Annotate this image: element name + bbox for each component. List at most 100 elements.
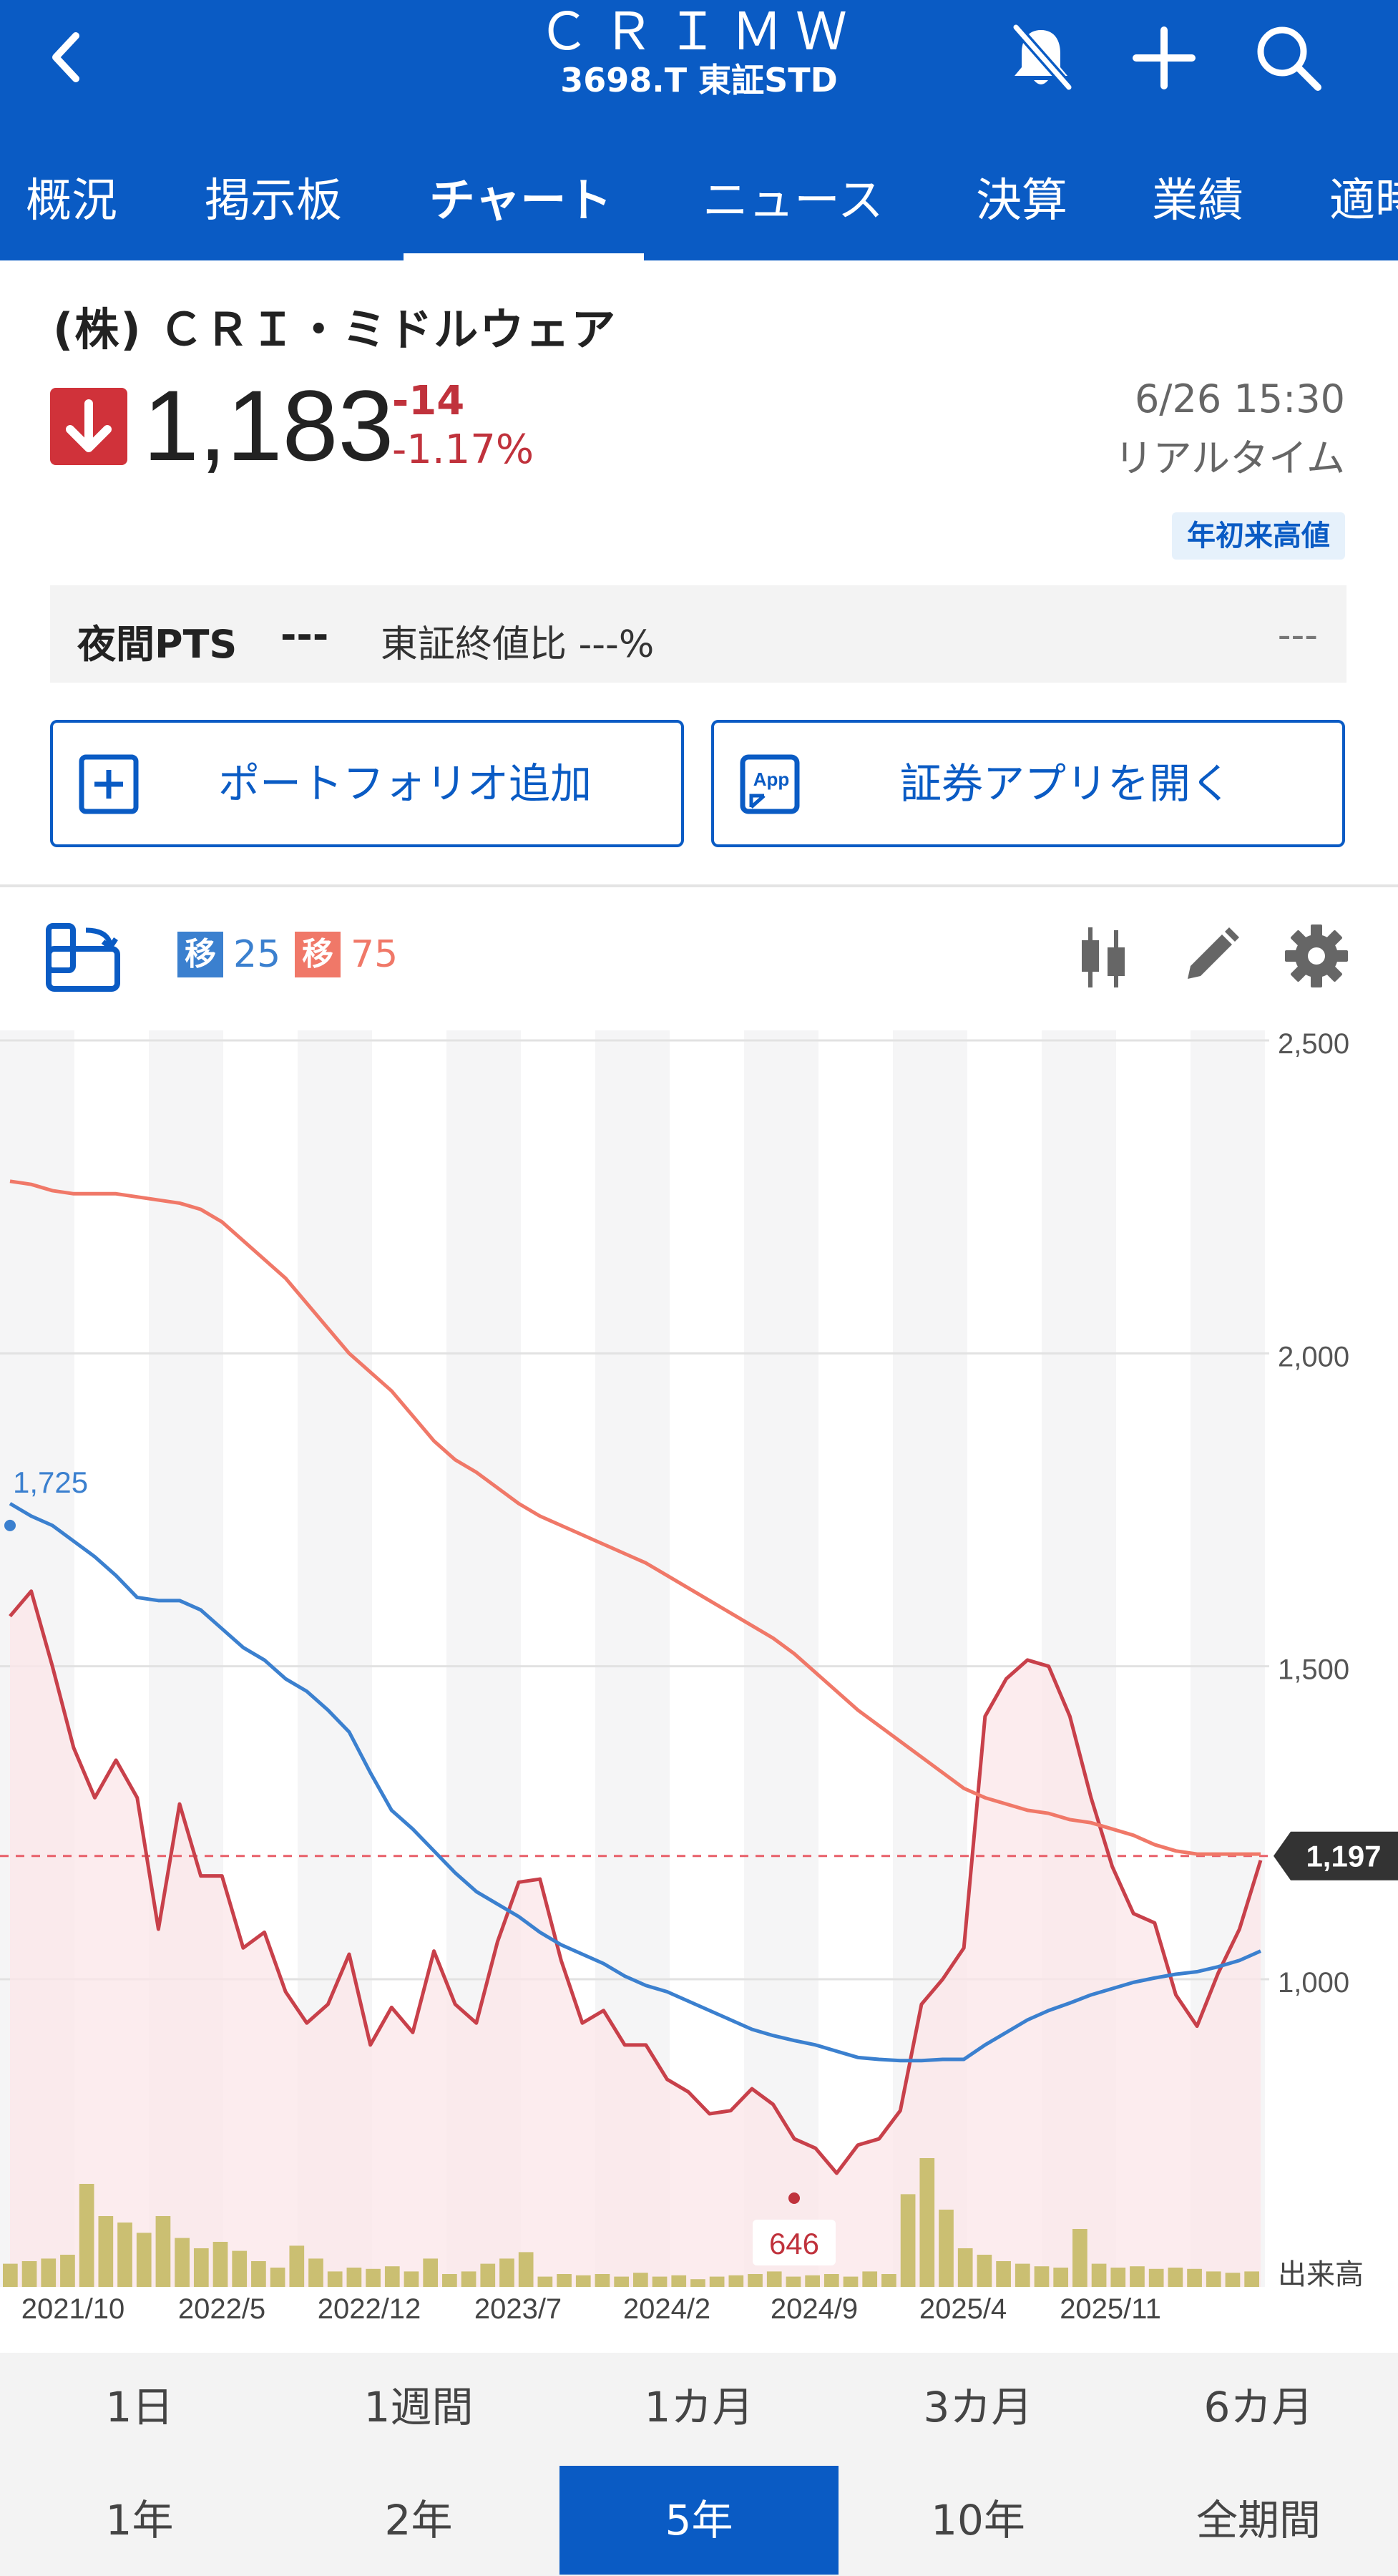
app-header: ＣＲＩＭＷ 3698.T 東証STD 概況 掲示板 チャート ニュース 決算 業… bbox=[0, 0, 1398, 260]
tab-earnings[interactable]: 決算 bbox=[976, 162, 1067, 240]
ytd-high-badge: 年初来高値 bbox=[1172, 512, 1345, 560]
volume-bar bbox=[117, 2223, 132, 2287]
ticker-exchange: 3698.T 東証STD bbox=[560, 61, 838, 99]
volume-bar bbox=[155, 2216, 171, 2287]
volume-bar bbox=[575, 2275, 591, 2287]
rotate-screen-icon[interactable] bbox=[41, 920, 126, 995]
period-1m[interactable]: 1カ月 bbox=[559, 2353, 839, 2462]
volume-bar bbox=[557, 2274, 572, 2287]
volume-bar bbox=[1091, 2263, 1107, 2287]
page-title: ＣＲＩＭＷ bbox=[537, 1, 860, 62]
period-10y[interactable]: 10年 bbox=[839, 2466, 1118, 2575]
pts-ratio: 東証終値比 ---% bbox=[381, 623, 655, 666]
volume-bar bbox=[652, 2276, 668, 2287]
volume-bar bbox=[232, 2250, 248, 2287]
x-tick-label: 2023/7 bbox=[474, 2293, 562, 2325]
volume-bar bbox=[957, 2248, 973, 2287]
volume-bar bbox=[289, 2245, 305, 2287]
tab-chart[interactable]: チャート bbox=[429, 162, 612, 240]
volume-bar bbox=[805, 2275, 820, 2287]
period-selector: 1日 1週間 1カ月 3カ月 6カ月 1年 2年 5年 10年 全期間 bbox=[0, 2353, 1398, 2576]
volume-bar bbox=[518, 2252, 534, 2287]
volume-bar bbox=[633, 2273, 648, 2287]
volume-bar bbox=[423, 2258, 439, 2287]
x-tick-label: 2022/12 bbox=[318, 2293, 421, 2325]
volume-bar bbox=[175, 2238, 190, 2287]
volume-bar bbox=[843, 2276, 859, 2287]
bell-off-icon bbox=[1012, 24, 1073, 91]
period-6m[interactable]: 6カ月 bbox=[1119, 2353, 1398, 2462]
volume-bar bbox=[671, 2275, 687, 2287]
quote-feed-type: リアルタイム bbox=[1114, 436, 1345, 481]
volume-label: 出来高 bbox=[1278, 2258, 1364, 2291]
candlestick-icon[interactable] bbox=[1069, 923, 1138, 992]
chart-band bbox=[818, 1030, 893, 2287]
volume-bar bbox=[442, 2274, 457, 2287]
volume-bar bbox=[79, 2184, 94, 2287]
tab-performance[interactable]: 業績 bbox=[1152, 162, 1243, 240]
gear-icon[interactable] bbox=[1282, 922, 1351, 990]
tab-board[interactable]: 掲示板 bbox=[205, 162, 342, 240]
add-portfolio-label: ポートフォリオ追加 bbox=[217, 759, 592, 808]
chevron-left-icon bbox=[52, 32, 79, 82]
title-block: ＣＲＩＭＷ 3698.T 東証STD bbox=[429, 0, 969, 100]
volume-bar bbox=[919, 2158, 935, 2287]
back-button[interactable] bbox=[34, 14, 106, 93]
ma75-value: 75 bbox=[351, 933, 399, 976]
volume-bar bbox=[977, 2255, 992, 2287]
volume-bar bbox=[366, 2268, 381, 2287]
volume-bar bbox=[404, 2271, 419, 2287]
pencil-icon[interactable] bbox=[1176, 922, 1245, 990]
volume-bar bbox=[939, 2210, 954, 2287]
volume-bar bbox=[728, 2275, 744, 2287]
period-2y[interactable]: 2年 bbox=[279, 2466, 558, 2575]
alert-button[interactable] bbox=[1002, 17, 1080, 96]
volume-bar bbox=[1110, 2268, 1126, 2287]
volume-bar bbox=[900, 2194, 916, 2287]
tab-news[interactable]: ニュース bbox=[703, 162, 884, 240]
volume-bar bbox=[786, 2276, 801, 2287]
add-portfolio-button[interactable]: ポートフォリオ追加 bbox=[50, 720, 684, 847]
volume-bar bbox=[537, 2276, 553, 2287]
volume-bar bbox=[1130, 2266, 1145, 2287]
volume-bar bbox=[193, 2248, 209, 2287]
high-label: 1,725 bbox=[13, 1465, 88, 1499]
pts-label: 夜間PTS bbox=[77, 622, 238, 667]
volume-bar bbox=[308, 2258, 323, 2287]
tab-disclosure[interactable]: 適時 bbox=[1329, 162, 1398, 240]
volume-bar bbox=[595, 2274, 610, 2287]
period-3m[interactable]: 3カ月 bbox=[839, 2353, 1118, 2462]
volume-bar bbox=[1148, 2268, 1164, 2287]
price-chart[interactable]: 2,500 2,000 1,500 1,000 出来高 1,197 1,725 646 2021… bbox=[0, 1030, 1398, 2353]
price-change-percent: -1.17% bbox=[392, 426, 534, 473]
volume-bar bbox=[748, 2274, 763, 2287]
add-button[interactable] bbox=[1125, 17, 1203, 96]
period-5y[interactable]: 5年 bbox=[559, 2466, 839, 2575]
period-1y[interactable]: 1年 bbox=[0, 2466, 279, 2575]
ma75-tag[interactable]: 移 bbox=[295, 932, 341, 977]
volume-bar bbox=[499, 2258, 514, 2287]
volume-bar bbox=[461, 2271, 476, 2287]
x-tick-label: 2025/4 bbox=[919, 2293, 1007, 2325]
period-1w[interactable]: 1週間 bbox=[279, 2353, 558, 2462]
period-all[interactable]: 全期間 bbox=[1119, 2466, 1398, 2575]
low-label: 646 bbox=[769, 2227, 819, 2260]
period-1d[interactable]: 1日 bbox=[0, 2353, 279, 2462]
volume-bar bbox=[60, 2255, 75, 2287]
volume-bar bbox=[1168, 2268, 1183, 2287]
tab-bar: 概況 掲示板 チャート ニュース 決算 業績 適時 bbox=[0, 143, 1398, 260]
tab-overview[interactable]: 概況 bbox=[26, 162, 117, 240]
ma25-tag[interactable]: 移 bbox=[177, 932, 223, 977]
volume-bar bbox=[709, 2276, 725, 2287]
volume-bar bbox=[480, 2263, 496, 2287]
search-icon bbox=[1257, 26, 1321, 91]
volume-bar bbox=[1015, 2263, 1030, 2287]
open-broker-app-button[interactable]: App 証券アプリを開く bbox=[711, 720, 1345, 847]
active-tab-indicator bbox=[404, 253, 644, 260]
volume-bar bbox=[1072, 2229, 1087, 2287]
arrow-down-icon bbox=[66, 399, 112, 452]
plus-square-icon bbox=[79, 754, 139, 814]
search-button[interactable] bbox=[1249, 17, 1328, 96]
volume-bar bbox=[98, 2216, 114, 2287]
volume-bar bbox=[384, 2266, 400, 2287]
